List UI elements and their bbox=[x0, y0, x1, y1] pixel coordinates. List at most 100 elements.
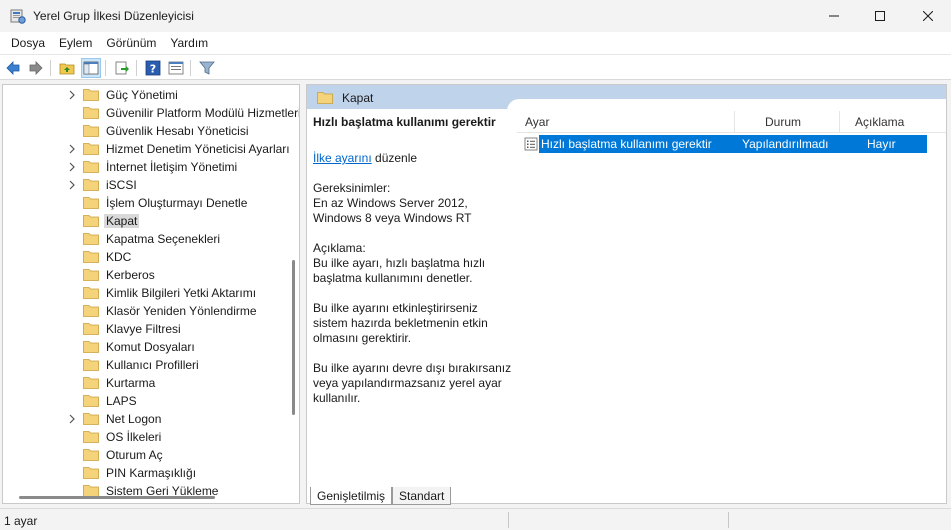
menu-bar: Dosya Eylem Görünüm Yardım bbox=[0, 32, 951, 54]
console-tree-icon bbox=[83, 61, 99, 75]
tree-item[interactable]: Kapatma Seçenekleri bbox=[3, 230, 299, 248]
tree-item[interactable]: Kapat bbox=[3, 212, 299, 230]
policy-description-panel: Hızlı başlatma kullanımı gerektir İlke a… bbox=[313, 115, 513, 406]
tree-item-label: Net Logon bbox=[106, 412, 162, 426]
back-button[interactable] bbox=[3, 58, 23, 78]
tree-item[interactable]: Güvenilir Platform Modülü Hizmetleri bbox=[3, 104, 299, 122]
folder-icon bbox=[83, 197, 99, 209]
column-divider[interactable] bbox=[839, 111, 840, 133]
menu-view[interactable]: Görünüm bbox=[99, 33, 163, 53]
tree-item[interactable]: İnternet İletişim Yönetimi bbox=[3, 158, 299, 176]
toolbar-separator bbox=[136, 60, 137, 76]
folder-up-icon bbox=[59, 63, 75, 75]
forward-arrow-icon bbox=[29, 61, 43, 75]
menu-action[interactable]: Eylem bbox=[52, 33, 99, 53]
help-button[interactable]: ? bbox=[143, 58, 163, 78]
up-one-level-button[interactable] bbox=[57, 58, 77, 78]
minimize-icon bbox=[829, 15, 839, 17]
tree-item-label: Kapatma Seçenekleri bbox=[106, 232, 221, 246]
tree-item[interactable]: Klasör Yeniden Yönlendirme bbox=[3, 302, 299, 320]
tree-horizontal-scrollbar[interactable] bbox=[19, 496, 215, 499]
folder-icon bbox=[83, 467, 99, 479]
tree-item[interactable]: Hizmet Denetim Yöneticisi Ayarları bbox=[3, 140, 299, 158]
column-header-setting[interactable]: Ayar bbox=[525, 115, 549, 129]
tree-item[interactable]: LAPS bbox=[3, 392, 299, 410]
folder-icon bbox=[83, 449, 99, 461]
properties-icon bbox=[168, 61, 184, 75]
menu-file[interactable]: Dosya bbox=[4, 33, 52, 53]
requirements-label: Gereksinimler: bbox=[313, 181, 391, 195]
tree-item[interactable]: Kimlik Bilgileri Yetki Aktarımı bbox=[3, 284, 299, 302]
forward-button[interactable] bbox=[26, 58, 46, 78]
status-setting-count: 1 ayar bbox=[4, 514, 38, 528]
svg-text:?: ? bbox=[150, 63, 156, 76]
policy-setting-icon bbox=[524, 137, 538, 151]
minimize-button[interactable] bbox=[811, 0, 857, 32]
tree-item[interactable]: PIN Karmaşıklığı bbox=[3, 464, 299, 482]
folder-icon bbox=[83, 215, 99, 227]
chevron-right-icon[interactable] bbox=[67, 90, 77, 100]
tree-item-label: Komut Dosyaları bbox=[106, 340, 195, 354]
tree-vertical-scrollbar[interactable] bbox=[292, 260, 295, 415]
edit-policy-link[interactable]: İlke ayarını bbox=[313, 151, 372, 165]
folder-icon bbox=[83, 395, 99, 407]
cell-comment: Hayır bbox=[867, 137, 896, 151]
tree-item[interactable]: Güvenlik Hesabı Yöneticisi bbox=[3, 122, 299, 140]
tree-item-label: Kurtarma bbox=[106, 376, 156, 390]
tree-item[interactable]: OS İlkeleri bbox=[3, 428, 299, 446]
close-icon bbox=[923, 11, 933, 21]
tree-item[interactable]: Oturum Aç bbox=[3, 446, 299, 464]
folder-icon bbox=[317, 92, 333, 104]
view-tabs: Genişletilmiş Standart bbox=[306, 487, 947, 505]
tree-item[interactable]: Kullanıcı Profilleri bbox=[3, 356, 299, 374]
close-button[interactable] bbox=[905, 0, 951, 32]
tree-item-label: Kapat bbox=[104, 214, 140, 228]
export-list-button[interactable] bbox=[112, 58, 132, 78]
tree-item[interactable]: KDC bbox=[3, 248, 299, 266]
chevron-right-icon[interactable] bbox=[67, 414, 77, 424]
chevron-right-icon[interactable] bbox=[67, 144, 77, 154]
filter-button[interactable] bbox=[197, 58, 217, 78]
tree-item[interactable]: Kurtarma bbox=[3, 374, 299, 392]
folder-icon bbox=[83, 89, 99, 101]
tree-item[interactable]: İşlem Oluşturmayı Denetle bbox=[3, 194, 299, 212]
tree-item-label: Kimlik Bilgileri Yetki Aktarımı bbox=[106, 286, 257, 300]
tree-item[interactable]: Güç Yönetimi bbox=[3, 86, 299, 104]
tree-item-label: Klavye Filtresi bbox=[106, 322, 181, 336]
folder-icon bbox=[83, 269, 99, 281]
column-header-state[interactable]: Durum bbox=[765, 115, 801, 129]
tree-item[interactable]: Komut Dosyaları bbox=[3, 338, 299, 356]
window-title: Yerel Grup İlkesi Düzenleyicisi bbox=[33, 9, 194, 23]
tab-standard[interactable]: Standart bbox=[392, 487, 452, 505]
table-row[interactable]: Hızlı başlatma kullanımı gerektir Yapıla… bbox=[517, 135, 927, 153]
folder-icon bbox=[83, 413, 99, 425]
description-paragraph-2: Bu ilke ayarını etkinleştirirseniz siste… bbox=[313, 301, 488, 345]
chevron-right-icon[interactable] bbox=[67, 162, 77, 172]
export-list-icon bbox=[115, 61, 129, 75]
folder-icon bbox=[83, 359, 99, 371]
tree-item[interactable]: Net Logon bbox=[3, 410, 299, 428]
tree-item[interactable]: Klavye Filtresi bbox=[3, 320, 299, 338]
maximize-button[interactable] bbox=[857, 0, 903, 32]
tree-item-label: İşlem Oluşturmayı Denetle bbox=[106, 196, 248, 210]
properties-button[interactable] bbox=[166, 58, 186, 78]
status-separator bbox=[508, 512, 509, 528]
toolbar-separator bbox=[105, 60, 106, 76]
tree-item[interactable]: iSCSI bbox=[3, 176, 299, 194]
tree-item-label: LAPS bbox=[106, 394, 137, 408]
chevron-right-icon[interactable] bbox=[67, 180, 77, 190]
tree-item-label: Güç Yönetimi bbox=[106, 88, 178, 102]
folder-icon bbox=[83, 287, 99, 299]
column-header-comment[interactable]: Açıklama bbox=[855, 115, 904, 129]
tab-extended[interactable]: Genişletilmiş bbox=[310, 487, 393, 505]
tree-item[interactable]: Kerberos bbox=[3, 266, 299, 284]
menu-help[interactable]: Yardım bbox=[163, 33, 215, 53]
tree-item-label: Kerberos bbox=[106, 268, 155, 282]
column-divider[interactable] bbox=[734, 111, 735, 133]
title-bar: Yerel Grup İlkesi Düzenleyicisi bbox=[0, 0, 951, 32]
tree-item-label: Hizmet Denetim Yöneticisi Ayarları bbox=[106, 142, 290, 156]
tree-item-label: PIN Karmaşıklığı bbox=[106, 466, 197, 480]
requirements-text: En az Windows Server 2012, Windows 8 vey… bbox=[313, 196, 472, 225]
tree-item-label: iSCSI bbox=[106, 178, 137, 192]
show-hide-console-tree-button[interactable] bbox=[81, 58, 101, 78]
